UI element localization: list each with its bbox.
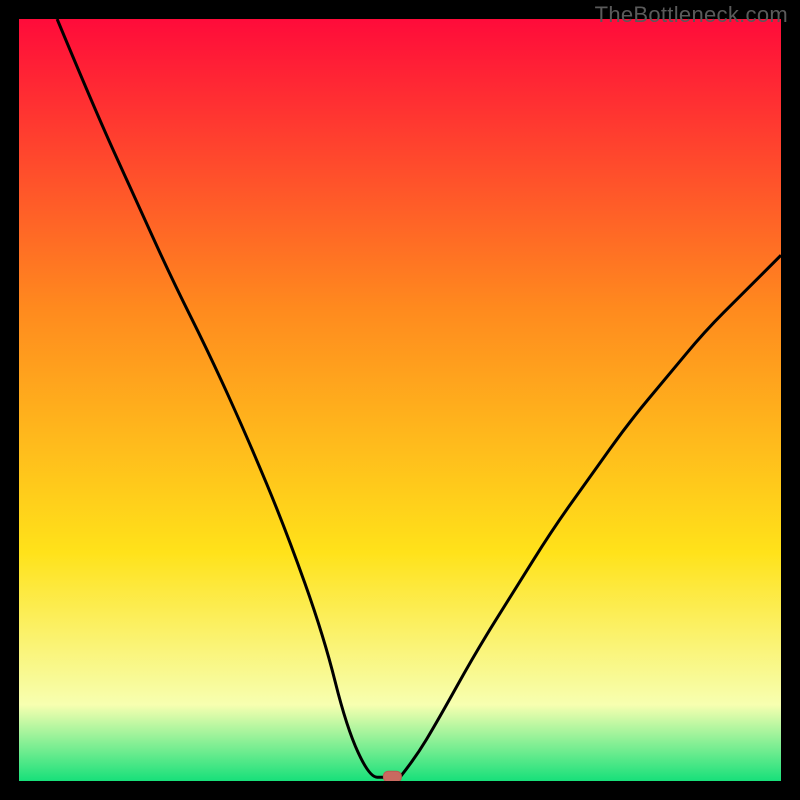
gradient-background xyxy=(19,19,781,781)
watermark-text: TheBottleneck.com xyxy=(595,2,788,28)
chart-svg xyxy=(19,19,781,781)
plot-area xyxy=(19,19,781,781)
minimum-marker xyxy=(383,771,401,781)
chart-frame: TheBottleneck.com xyxy=(0,0,800,800)
